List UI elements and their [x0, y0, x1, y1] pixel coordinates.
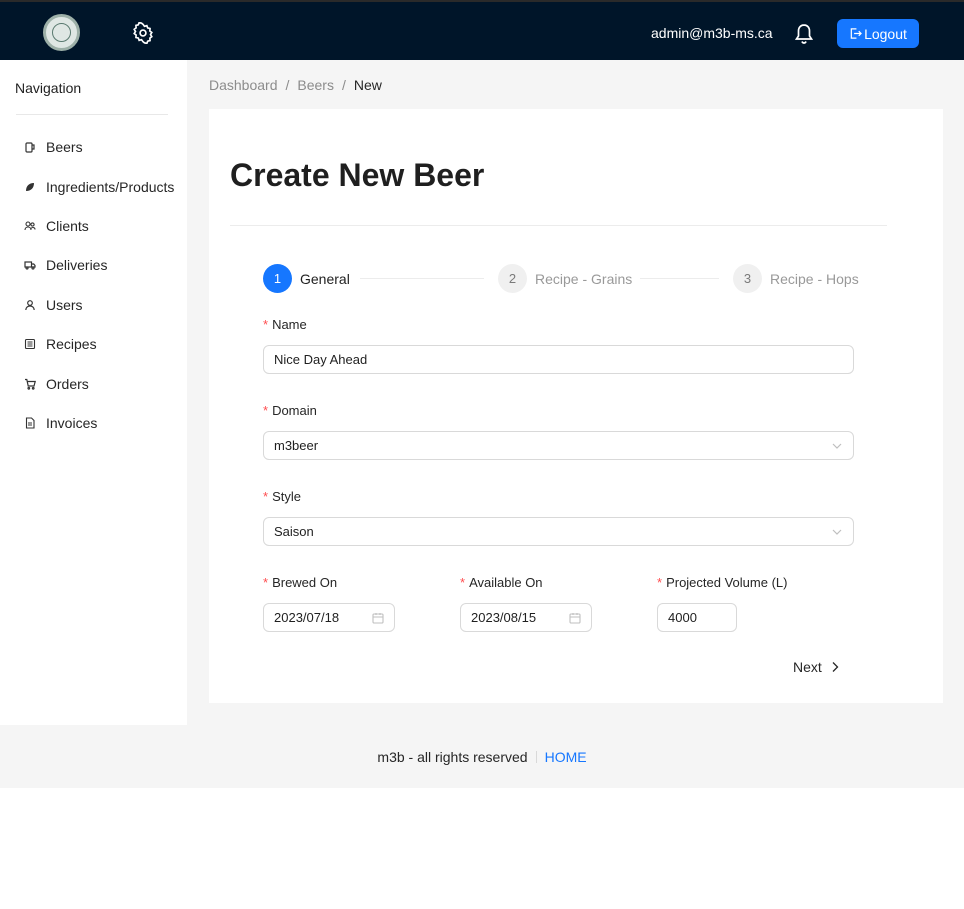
step-label: Recipe - Hops [770, 270, 859, 287]
step-recipe-hops[interactable]: 3 Recipe - Hops [733, 264, 859, 293]
sidebar-item-invoices[interactable]: Invoices [24, 413, 97, 433]
sidebar-item-label: Recipes [46, 336, 97, 352]
step-general[interactable]: 1 General [263, 264, 350, 293]
gear-icon[interactable] [132, 22, 154, 44]
step-label: General [300, 270, 350, 287]
breadcrumb-beers[interactable]: Beers [297, 77, 334, 93]
breadcrumb: Dashboard / Beers / New [209, 77, 382, 93]
domain-select[interactable]: m3beer [263, 431, 854, 460]
truck-icon [24, 261, 36, 270]
sidebar-item-label: Beers [46, 139, 83, 155]
footer: m3b - all rights reserved HOME [0, 725, 964, 788]
sidebar-item-label: Invoices [46, 415, 98, 431]
nav-title: Navigation [15, 80, 82, 96]
top-bar: admin@m3b-ms.ca Logout [0, 0, 964, 60]
available-on-date-picker[interactable]: 2023/08/15 [460, 603, 592, 632]
name-input[interactable]: Nice Day Ahead [263, 345, 854, 374]
logo[interactable] [43, 14, 80, 51]
footer-divider [535, 750, 537, 763]
sidebar-item-label: Clients [46, 218, 89, 234]
title-divider [230, 225, 887, 226]
sidebar: Navigation Beers Ingredients/Products Cl… [0, 60, 187, 725]
calendar-icon [569, 613, 581, 624]
recipe-icon [24, 338, 36, 350]
brewed-on-label: * Brewed On [263, 575, 338, 590]
user-email: admin@m3b-ms.ca [651, 25, 773, 41]
nav-divider [16, 114, 168, 115]
breadcrumb-current: New [353, 77, 382, 93]
projected-volume-label: * Projected Volume (L) [657, 575, 788, 590]
style-select[interactable]: Saison [263, 517, 854, 546]
bell-icon[interactable] [794, 23, 814, 45]
sidebar-item-ingredients[interactable]: Ingredients/Products [24, 177, 174, 197]
sidebar-item-users[interactable]: Users [24, 295, 83, 315]
step-number: 3 [733, 264, 762, 293]
form-card: Create New Beer 1 General 2 Recipe - Gra… [209, 109, 943, 703]
sidebar-item-label: Deliveries [46, 257, 108, 273]
logout-label: Logout [864, 25, 907, 42]
sidebar-item-label: Ingredients/Products [46, 179, 175, 195]
style-value: Saison [274, 524, 314, 539]
step-number: 1 [263, 264, 292, 293]
logout-icon [850, 28, 863, 39]
footer-home-link[interactable]: HOME [545, 749, 587, 765]
step-number: 2 [498, 264, 527, 293]
team-icon [24, 221, 36, 231]
available-on-label: * Available On [460, 575, 543, 590]
sidebar-item-beers[interactable]: Beers [24, 137, 83, 157]
breadcrumb-separator: / [341, 77, 346, 93]
next-button[interactable]: Next [793, 659, 840, 675]
sidebar-item-label: Orders [46, 376, 89, 392]
calendar-icon [372, 613, 384, 624]
page-title: Create New Beer [230, 157, 485, 193]
sidebar-item-clients[interactable]: Clients [24, 216, 89, 236]
leaf-icon [26, 183, 34, 191]
available-on-value: 2023/08/15 [471, 610, 537, 625]
projected-volume-input[interactable]: 4000 [657, 603, 737, 632]
step-recipe-grains[interactable]: 2 Recipe - Grains [498, 264, 632, 293]
step-label: Recipe - Grains [535, 270, 633, 287]
sidebar-item-label: Users [46, 297, 83, 313]
footer-text: m3b - all rights reserved [377, 748, 528, 765]
step-connector [360, 278, 484, 279]
file-icon [25, 417, 35, 429]
sidebar-item-recipes[interactable]: Recipes [24, 334, 97, 354]
brewed-on-date-picker[interactable]: 2023/07/18 [263, 603, 395, 632]
domain-value: m3beer [274, 438, 319, 453]
breadcrumb-separator: / [285, 77, 290, 93]
next-label: Next [793, 659, 822, 675]
brewed-on-value: 2023/07/18 [274, 610, 340, 625]
name-label: * Name [263, 317, 307, 332]
sidebar-item-deliveries[interactable]: Deliveries [24, 255, 107, 275]
logo-mark-icon [52, 23, 71, 42]
sidebar-item-orders[interactable]: Orders [24, 374, 89, 394]
breadcrumb-dashboard[interactable]: Dashboard [209, 77, 278, 93]
step-connector [640, 278, 719, 279]
logout-button[interactable]: Logout [837, 19, 919, 48]
domain-label: * Domain [263, 403, 317, 418]
style-label: * Style [263, 489, 301, 504]
chevron-right-icon [832, 662, 839, 672]
cart-icon [25, 378, 36, 390]
chevron-down-icon [832, 443, 842, 449]
user-icon [25, 300, 35, 311]
chevron-down-icon [832, 529, 842, 535]
beer-icon [25, 142, 35, 153]
